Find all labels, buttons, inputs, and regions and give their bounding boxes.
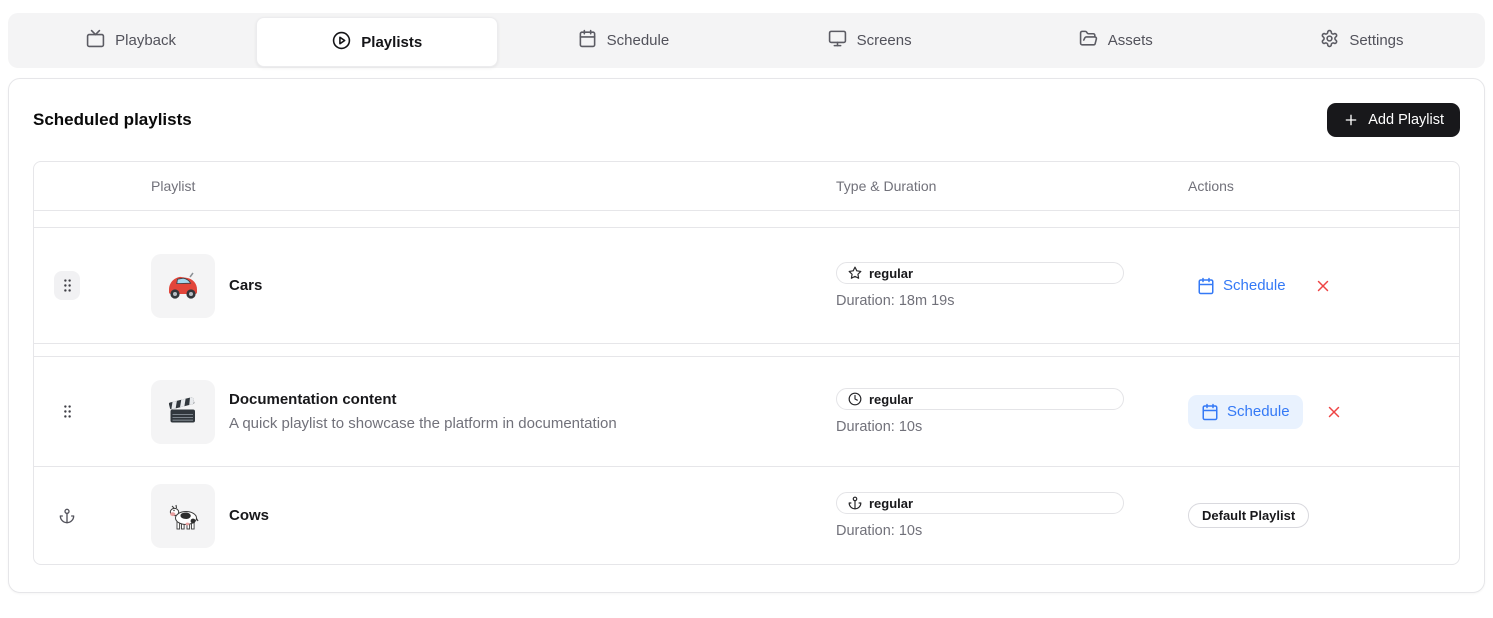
playlist-duration: Duration: 18m 19s <box>836 293 1156 309</box>
playlist-info: Documentation content A quick playlist t… <box>229 391 617 432</box>
tab-label: Screens <box>857 32 912 49</box>
red-car-emoji <box>163 266 203 306</box>
playlist-type-badge: regular <box>836 492 1124 514</box>
x-icon <box>1325 403 1343 421</box>
grip-vertical-icon <box>59 403 76 420</box>
card-header: Scheduled playlists Add Playlist <box>33 103 1460 137</box>
add-playlist-button[interactable]: Add Playlist <box>1327 103 1460 137</box>
add-playlist-label: Add Playlist <box>1368 112 1444 128</box>
tab-assets[interactable]: Assets <box>993 13 1239 68</box>
drop-zone-row <box>34 344 1459 357</box>
tab-schedule[interactable]: Schedule <box>500 13 746 68</box>
playlists-table: Playlist Type & Duration Actions Cars <box>33 161 1460 565</box>
playlist-name: Documentation content <box>229 391 617 408</box>
playlist-thumbnail <box>151 484 215 548</box>
monitor-icon <box>828 29 847 52</box>
schedule-label: Schedule <box>1223 277 1286 294</box>
playlist-name: Cars <box>229 277 262 294</box>
calendar-icon <box>578 29 597 52</box>
tab-settings[interactable]: Settings <box>1239 13 1485 68</box>
tab-label: Assets <box>1108 32 1153 49</box>
drop-zone-row <box>34 211 1459 228</box>
actions-column-header: Actions <box>1156 178 1459 194</box>
table-header-row: Playlist Type & Duration Actions <box>34 162 1459 211</box>
scheduled-playlists-card: Scheduled playlists Add Playlist Playlis… <box>8 78 1485 593</box>
playlist-duration: Duration: 10s <box>836 419 1156 435</box>
type-duration-column-header: Type & Duration <box>836 178 1156 194</box>
tab-label: Schedule <box>607 32 670 49</box>
star-icon <box>848 266 862 280</box>
playlist-column-header: Playlist <box>151 178 836 194</box>
playlist-description: A quick playlist to showcase the platfor… <box>229 415 617 432</box>
drag-handle[interactable] <box>54 271 80 300</box>
tab-label: Playlists <box>361 34 422 51</box>
playlist-type-badge: regular <box>836 388 1124 410</box>
drag-handle[interactable] <box>54 397 80 426</box>
anchor-icon <box>848 496 862 510</box>
table-row-documentation-content: Documentation content A quick playlist t… <box>34 357 1459 467</box>
tab-screens[interactable]: Screens <box>747 13 993 68</box>
playlist-type-badge: regular <box>836 262 1124 284</box>
table-row-cars: Cars regular Duration: 18m 19s Schedule <box>34 228 1459 344</box>
playlist-type-label: regular <box>869 266 913 281</box>
plus-icon <box>1343 112 1359 128</box>
playlist-type-label: regular <box>869 496 913 511</box>
playlist-thumbnail <box>151 380 215 444</box>
gear-icon <box>1320 29 1339 52</box>
calendar-icon <box>1201 403 1219 421</box>
cow-emoji <box>163 496 203 536</box>
playlist-duration: Duration: 10s <box>836 523 1156 539</box>
anchored-indicator <box>54 501 80 530</box>
playlist-thumbnail <box>151 254 215 318</box>
delete-playlist-button[interactable] <box>1325 403 1343 421</box>
tab-playback[interactable]: Playback <box>8 13 254 68</box>
tv-icon <box>86 29 105 52</box>
top-navigation: Playback Playlists Schedule Screens Asse… <box>8 13 1485 68</box>
schedule-button[interactable]: Schedule <box>1197 277 1286 295</box>
anchor-icon <box>59 508 75 524</box>
tab-label: Playback <box>115 32 176 49</box>
tab-playlists[interactable]: Playlists <box>256 17 498 67</box>
table-row-cows: Cows regular Duration: 10s Default Playl… <box>34 467 1459 564</box>
clapper-board-emoji <box>163 392 203 432</box>
tab-label: Settings <box>1349 32 1403 49</box>
delete-playlist-button[interactable] <box>1314 277 1332 295</box>
calendar-icon <box>1197 277 1215 295</box>
schedule-button[interactable]: Schedule <box>1188 395 1303 429</box>
playlist-info: Cars <box>229 277 262 294</box>
default-playlist-badge: Default Playlist <box>1188 503 1309 528</box>
folder-open-icon <box>1079 29 1098 52</box>
clock-icon <box>848 392 862 406</box>
playlist-name: Cows <box>229 507 269 524</box>
grip-vertical-icon <box>59 277 76 294</box>
page-title: Scheduled playlists <box>33 110 192 130</box>
playlist-type-label: regular <box>869 392 913 407</box>
play-circle-icon <box>332 31 351 54</box>
schedule-label: Schedule <box>1227 403 1290 420</box>
playlist-info: Cows <box>229 507 269 524</box>
x-icon <box>1314 277 1332 295</box>
